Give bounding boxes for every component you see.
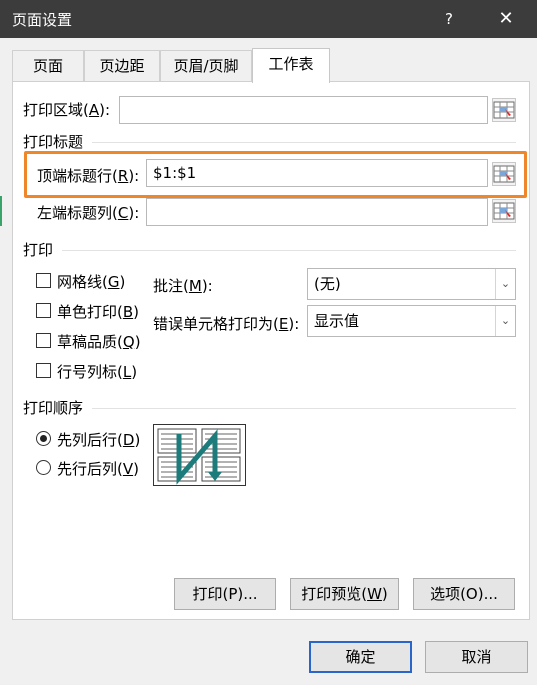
title-bar: 页面设置 ? ✕ — [0, 0, 537, 38]
background-sheet-edge — [0, 196, 2, 226]
tab-margins[interactable]: 页边距 — [84, 50, 160, 82]
down-then-over-radio[interactable] — [36, 431, 51, 446]
chevron-down-icon[interactable]: ⌄ — [495, 306, 515, 336]
black-white-label[interactable]: 单色打印(B) — [57, 301, 139, 322]
row-col-headings-checkbox[interactable] — [36, 363, 51, 378]
print-section-rule — [62, 250, 516, 251]
chevron-down-icon[interactable]: ⌄ — [495, 269, 515, 299]
close-button[interactable]: ✕ — [492, 6, 520, 32]
gridlines-checkbox[interactable] — [36, 273, 51, 288]
print-button[interactable]: 打印(P)... — [174, 578, 276, 610]
row-col-headings-label[interactable]: 行号列标(L) — [57, 361, 137, 382]
over-then-down-label[interactable]: 先行后列(V) — [57, 458, 139, 479]
page-setup-dialog: 页面设置 ? ✕ 页面 页边距 页眉/页脚 工作表 打印区域(A): 打印标题 … — [0, 0, 537, 685]
print-titles-section: 打印标题 — [23, 133, 84, 151]
print-preview-button[interactable]: 打印预览(W) — [290, 578, 399, 610]
tab-sheet[interactable]: 工作表 — [252, 48, 330, 83]
tab-page[interactable]: 页面 — [12, 50, 84, 82]
comments-label: 批注(M): — [153, 277, 213, 295]
comments-value: (无) — [314, 275, 341, 293]
range-select-icon — [493, 165, 515, 183]
print-section: 打印 — [23, 241, 54, 259]
page-order-section: 打印顺序 — [23, 399, 84, 417]
page-order-icon — [153, 424, 246, 486]
tab-header-footer[interactable]: 页眉/页脚 — [160, 50, 252, 82]
black-white-checkbox[interactable] — [36, 303, 51, 318]
ok-button[interactable]: 确定 — [309, 641, 412, 673]
page-order-rule — [92, 408, 516, 409]
cancel-button[interactable]: 取消 — [425, 641, 528, 673]
print-titles-rule — [92, 142, 516, 143]
title-cols-ref-button[interactable] — [492, 199, 516, 223]
title-rows-input[interactable]: $1:$1 — [146, 159, 488, 187]
title-cols-label: 左端标题列(C): — [37, 204, 140, 222]
options-button[interactable]: 选项(O)... — [413, 578, 515, 610]
over-then-down-radio[interactable] — [36, 460, 51, 475]
range-select-icon — [493, 202, 515, 220]
title-rows-ref-button[interactable] — [492, 162, 516, 186]
comments-select[interactable]: (无) ⌄ — [307, 268, 516, 300]
down-then-over-label[interactable]: 先列后行(D) — [57, 429, 140, 450]
range-select-icon — [493, 101, 515, 119]
window-title: 页面设置 — [12, 11, 73, 29]
gridlines-label[interactable]: 网格线(G) — [57, 271, 125, 292]
title-cols-input[interactable] — [146, 198, 488, 226]
print-area-label: 打印区域(A): — [23, 101, 111, 119]
cell-errors-value: 显示值 — [314, 312, 360, 330]
help-button[interactable]: ? — [436, 6, 462, 32]
draft-quality-label[interactable]: 草稿品质(Q) — [57, 331, 141, 352]
print-area-input[interactable] — [119, 96, 488, 124]
print-area-ref-button[interactable] — [492, 98, 516, 122]
cell-errors-select[interactable]: 显示值 ⌄ — [307, 305, 516, 337]
draft-quality-checkbox[interactable] — [36, 333, 51, 348]
cell-errors-label: 错误单元格打印为(E): — [153, 315, 300, 333]
title-rows-label: 顶端标题行(R): — [37, 167, 140, 185]
